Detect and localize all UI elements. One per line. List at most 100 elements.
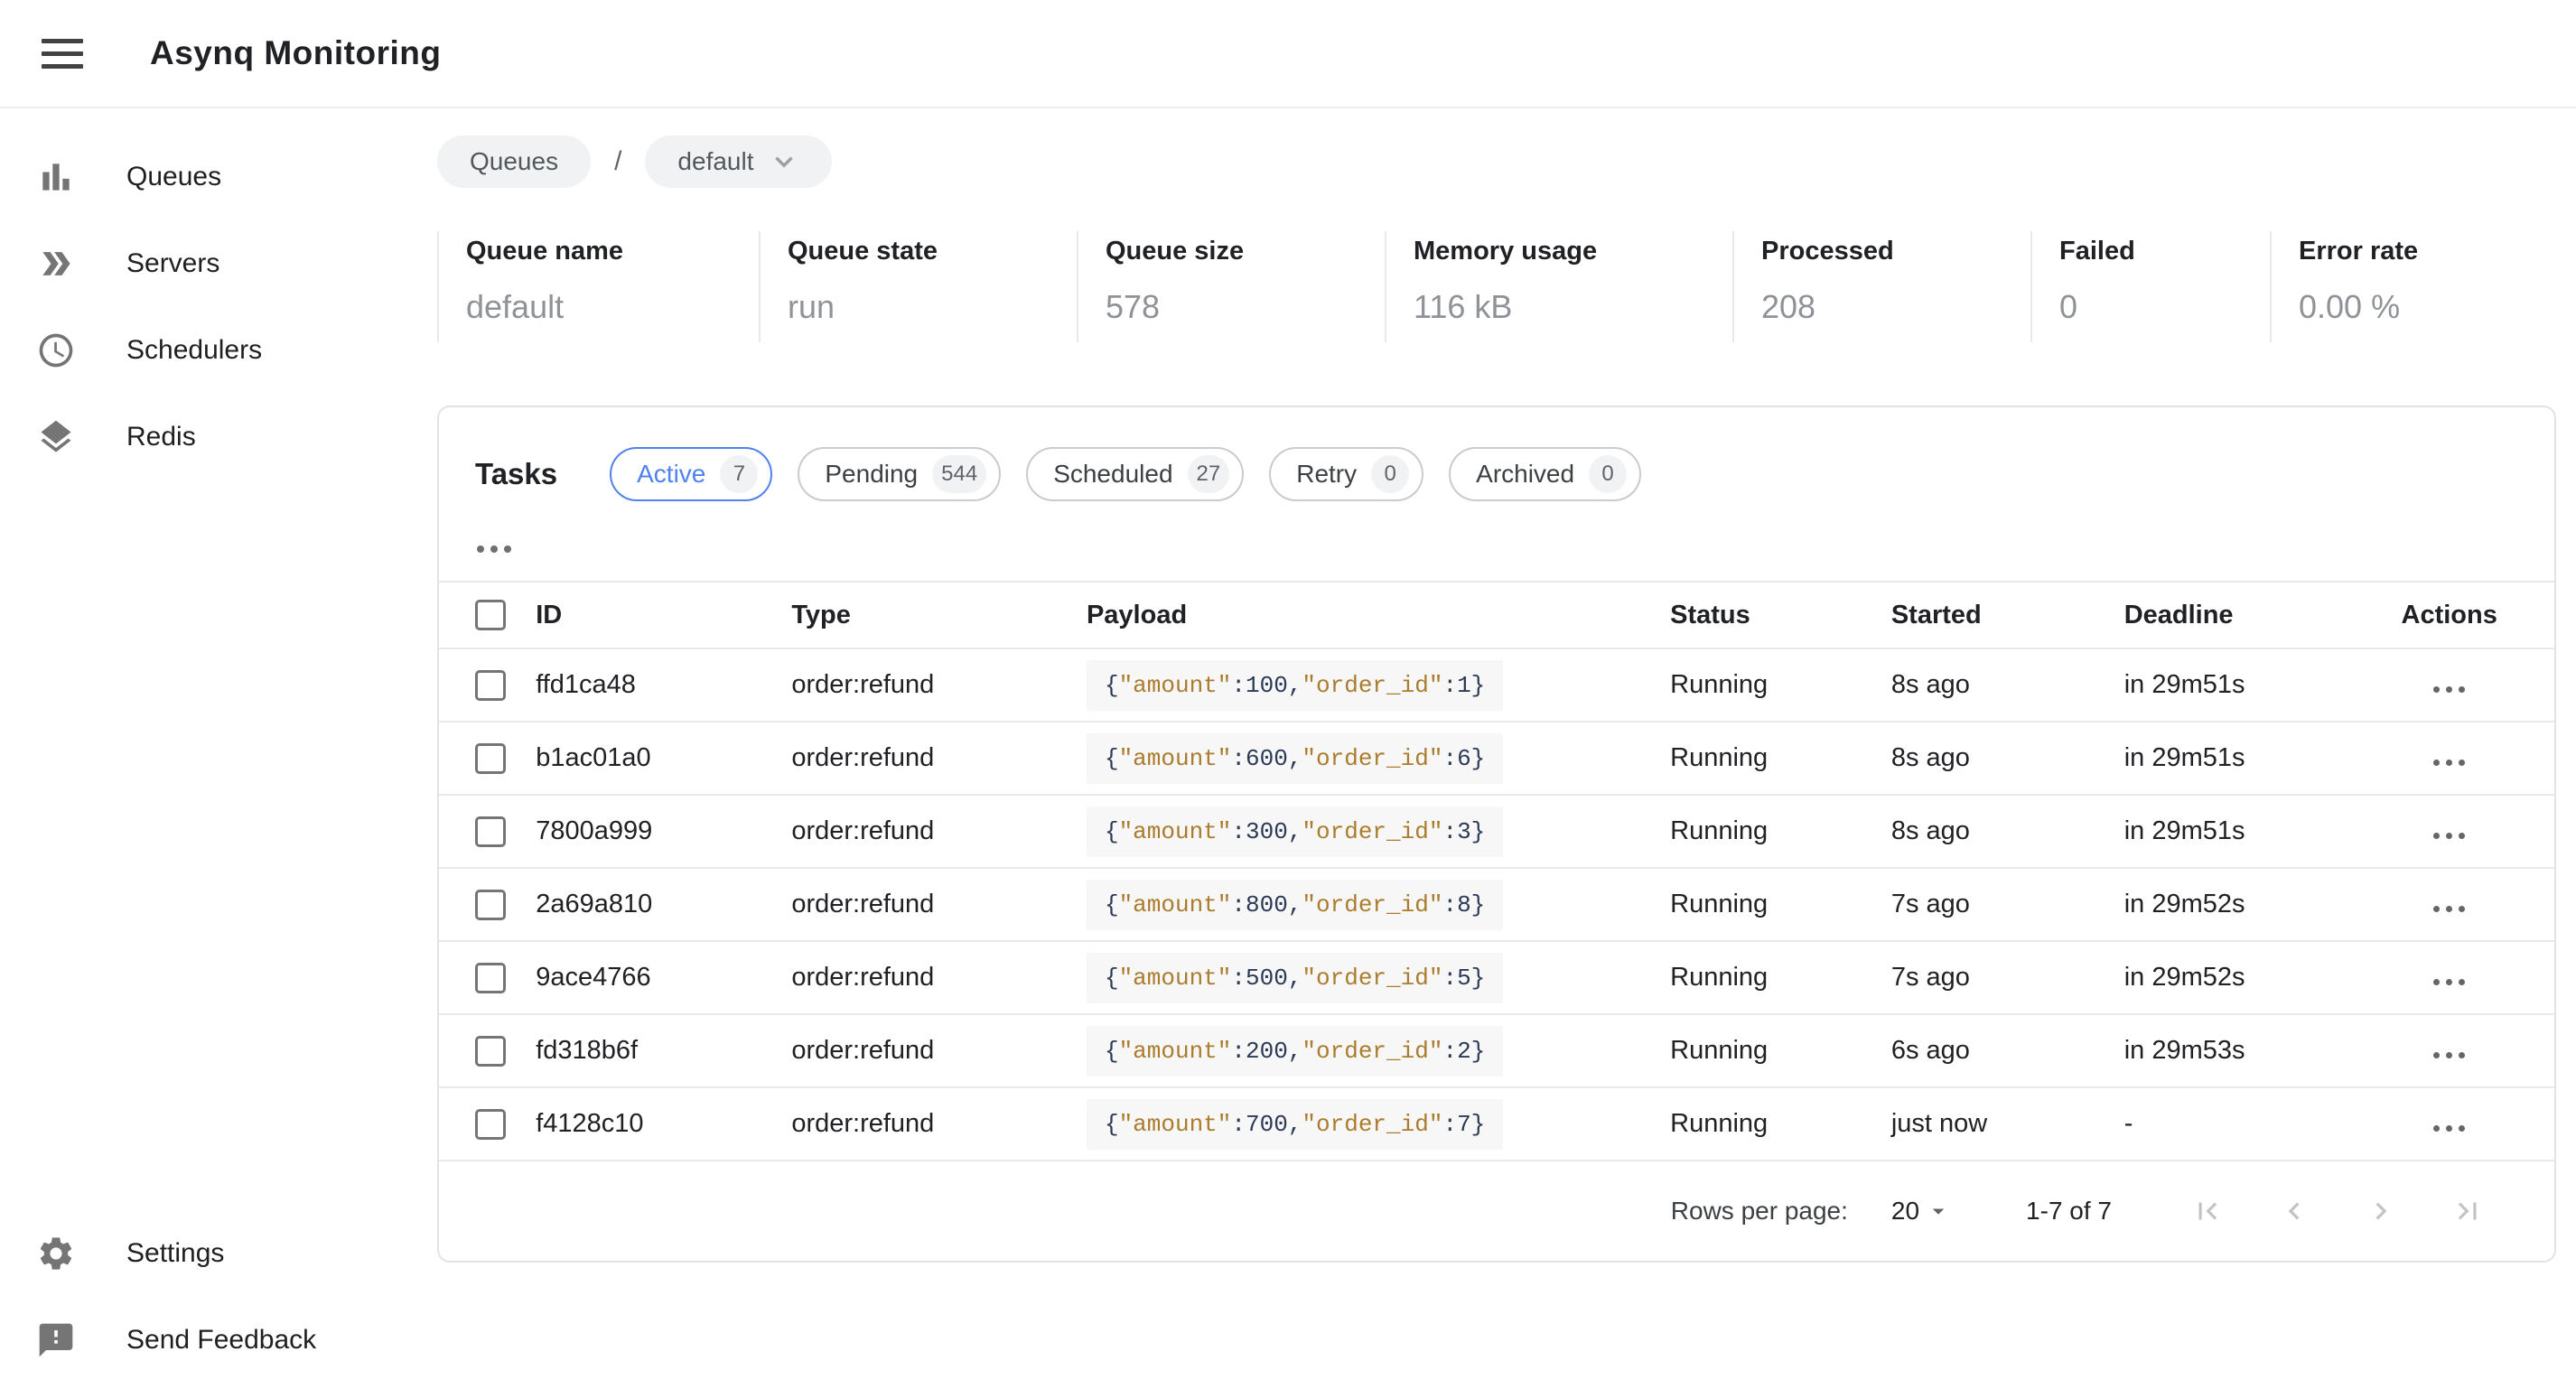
row-checkbox[interactable] (475, 816, 506, 847)
row-checkbox[interactable] (475, 1109, 506, 1140)
stat-queue-state: Queue state run (759, 231, 1077, 342)
sidebar-item-schedulers[interactable]: Schedulers (0, 307, 425, 394)
rows-per-page-select[interactable]: 20 (1891, 1197, 1952, 1226)
task-started: 7s ago (1891, 868, 2124, 941)
stat-label: Memory usage (1414, 237, 1732, 266)
stat-error-rate: Error rate 0.00 % (2270, 231, 2550, 342)
tab-label: Retry (1296, 460, 1357, 489)
tasks-card: Tasks Active 7 Pending 544 Scheduled 27 (437, 406, 2556, 1263)
last-page-button[interactable] (2424, 1184, 2511, 1238)
sidebar-item-settings[interactable]: Settings (0, 1210, 425, 1297)
task-type: order:refund (791, 722, 1087, 795)
stat-value: 116 kB (1414, 288, 1732, 326)
col-header-payload: Payload (1087, 582, 1670, 648)
row-actions-icon[interactable] (2433, 760, 2465, 766)
table-row: fd318b6f order:refund {"amount":200,"ord… (439, 1014, 2554, 1087)
task-started: 8s ago (1891, 648, 2124, 722)
task-id: f4128c10 (536, 1087, 791, 1161)
previous-page-button[interactable] (2251, 1184, 2338, 1238)
table-header-row: ID Type Payload Status Started Deadline … (439, 582, 2554, 648)
tab-label: Archived (1476, 460, 1574, 489)
col-header-started: Started (1891, 582, 2124, 648)
breadcrumb-queues-chip[interactable]: Queues (437, 135, 591, 188)
stat-value: 0 (2059, 288, 2270, 326)
tab-archived[interactable]: Archived 0 (1449, 447, 1641, 501)
row-actions-icon[interactable] (2433, 906, 2465, 912)
row-checkbox[interactable] (475, 890, 506, 920)
table-row: f4128c10 order:refund {"amount":700,"ord… (439, 1087, 2554, 1161)
row-actions-icon[interactable] (2433, 833, 2465, 839)
row-checkbox[interactable] (475, 963, 506, 993)
row-actions-icon[interactable] (2433, 686, 2465, 693)
task-status: Running (1670, 722, 1891, 795)
app-title: Asynq Monitoring (150, 34, 441, 72)
task-status: Running (1670, 1087, 1891, 1161)
sidebar-item-redis[interactable]: Redis (0, 394, 425, 480)
sidebar-item-queues[interactable]: Queues (0, 134, 425, 220)
tab-scheduled[interactable]: Scheduled 27 (1026, 447, 1244, 501)
last-page-icon (2450, 1194, 2485, 1228)
stat-queue-size: Queue size 578 (1077, 231, 1385, 342)
task-deadline: - (2124, 1087, 2345, 1161)
menu-icon[interactable] (42, 24, 99, 82)
tasks-card-head: Tasks Active 7 Pending 544 Scheduled 27 (439, 407, 2554, 501)
stat-label: Failed (2059, 237, 2270, 266)
sidebar-item-label: Send Feedback (126, 1325, 316, 1356)
next-page-button[interactable] (2338, 1184, 2424, 1238)
more-options-icon[interactable] (477, 545, 511, 553)
task-deadline: in 29m52s (2124, 868, 2345, 941)
app-bar: Asynq Monitoring (0, 0, 2576, 108)
col-header-status: Status (1670, 582, 1891, 648)
tab-pending[interactable]: Pending 544 (798, 447, 1001, 501)
tab-count-badge: 544 (932, 455, 986, 493)
table-pagination: Rows per page: 20 1-7 of 7 (439, 1161, 2554, 1261)
task-payload: {"amount":300,"order_id":3} (1087, 806, 1503, 857)
sidebar-item-label: Queues (126, 162, 221, 192)
row-checkbox[interactable] (475, 1036, 506, 1067)
task-type: order:refund (791, 1087, 1087, 1161)
row-actions-icon[interactable] (2433, 1125, 2465, 1132)
sidebar: Queues Servers Schedulers Redis Settings (0, 108, 425, 1389)
sidebar-item-servers[interactable]: Servers (0, 220, 425, 307)
table-row: b1ac01a0 order:refund {"amount":600,"ord… (439, 722, 2554, 795)
stat-label: Error rate (2299, 237, 2550, 266)
task-deadline: in 29m53s (2124, 1014, 2345, 1087)
task-deadline: in 29m51s (2124, 795, 2345, 868)
queue-stats: Queue name default Queue state run Queue… (437, 231, 2556, 342)
tab-retry[interactable]: Retry 0 (1269, 447, 1423, 501)
stat-label: Processed (1761, 237, 2030, 266)
row-checkbox[interactable] (475, 743, 506, 774)
task-payload: {"amount":100,"order_id":1} (1087, 660, 1503, 711)
stat-value: 578 (1106, 288, 1385, 326)
tab-count-badge: 0 (1371, 455, 1409, 493)
col-header-deadline: Deadline (2124, 582, 2345, 648)
table-toolbar (439, 501, 2554, 557)
row-actions-icon[interactable] (2433, 1052, 2465, 1058)
double-chevron-icon (36, 244, 76, 284)
select-all-checkbox[interactable] (475, 600, 506, 630)
col-header-id: ID (536, 582, 791, 648)
sidebar-item-label: Schedulers (126, 335, 262, 366)
sidebar-item-label: Settings (126, 1238, 224, 1269)
row-checkbox[interactable] (475, 670, 506, 701)
stat-value: 208 (1761, 288, 2030, 326)
bar-chart-icon (36, 157, 76, 197)
stat-label: Queue state (788, 237, 1077, 266)
layers-icon (36, 417, 76, 457)
task-id: fd318b6f (536, 1014, 791, 1087)
rows-per-page-label: Rows per page: (1671, 1197, 1848, 1226)
row-actions-icon[interactable] (2433, 979, 2465, 985)
stat-value: default (466, 288, 759, 326)
task-payload: {"amount":600,"order_id":6} (1087, 733, 1503, 784)
table-row: ffd1ca48 order:refund {"amount":100,"ord… (439, 648, 2554, 722)
task-id: b1ac01a0 (536, 722, 791, 795)
tab-active[interactable]: Active 7 (610, 447, 772, 501)
first-page-button[interactable] (2164, 1184, 2251, 1238)
sidebar-item-send-feedback[interactable]: Send Feedback (0, 1297, 425, 1384)
task-status: Running (1670, 941, 1891, 1014)
gear-icon (36, 1234, 76, 1273)
breadcrumb-queue-select[interactable]: default (645, 135, 831, 188)
sidebar-item-label: Servers (126, 248, 219, 279)
stat-label: Queue size (1106, 237, 1385, 266)
task-id: 9ace4766 (536, 941, 791, 1014)
